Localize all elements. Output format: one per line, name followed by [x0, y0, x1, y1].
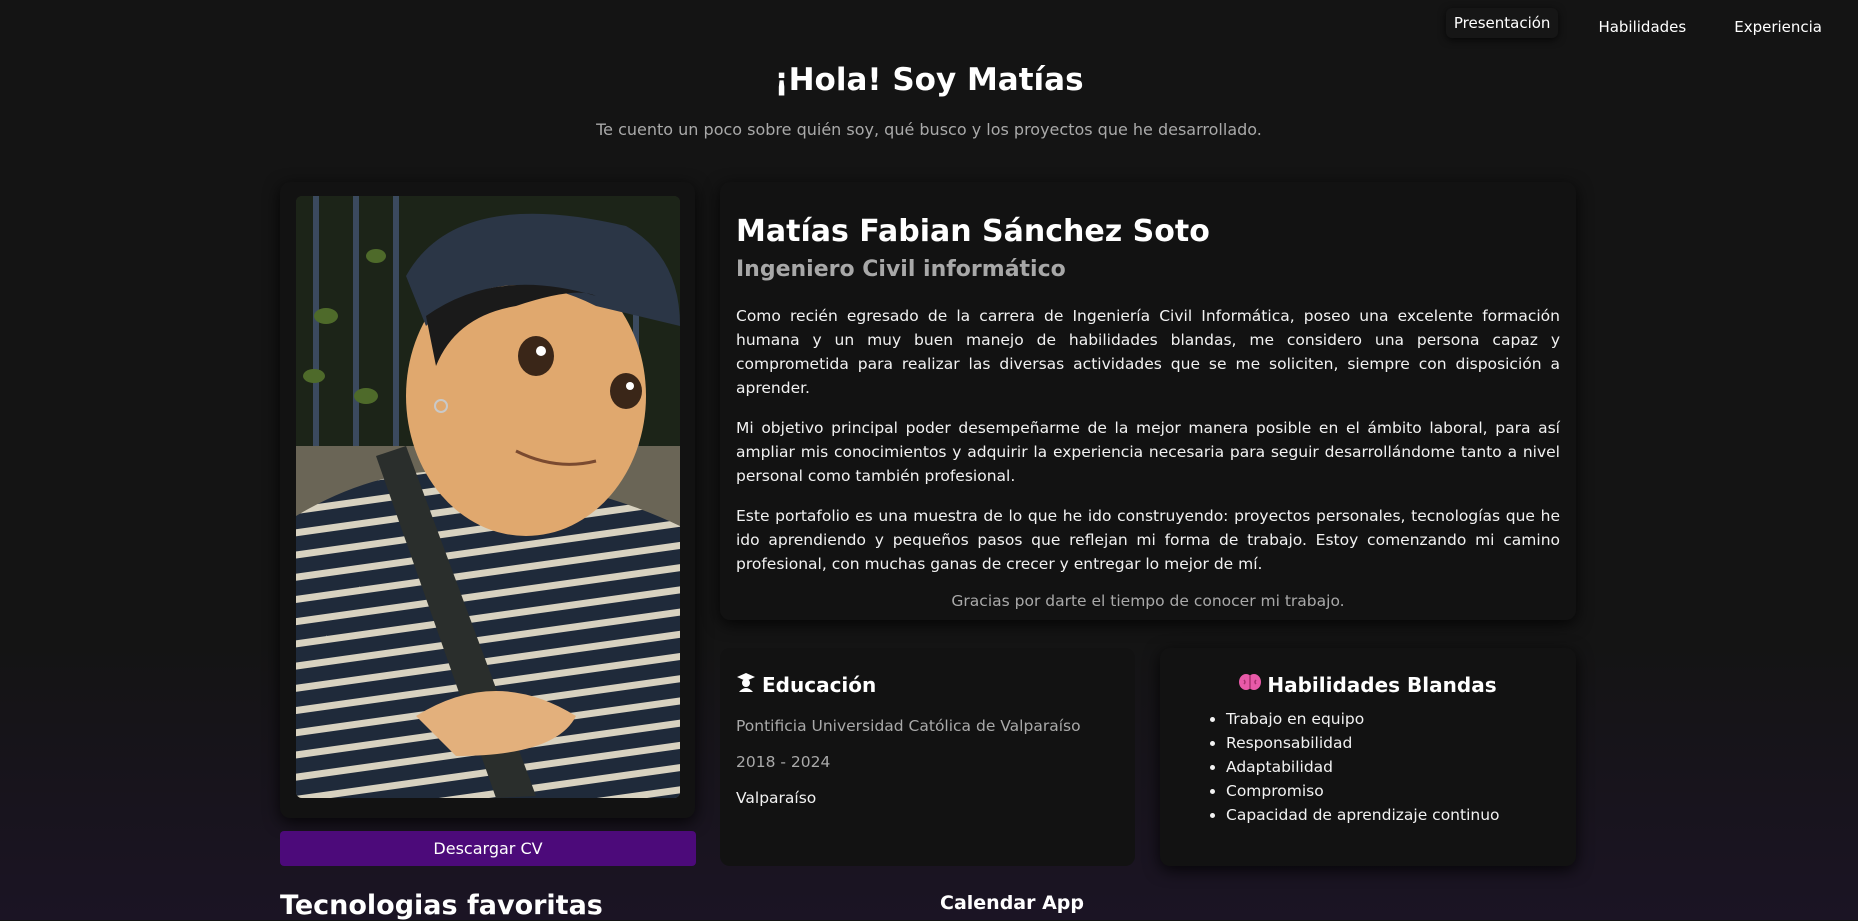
about-name: Matías Fabian Sánchez Soto [736, 214, 1210, 249]
education-university: Pontificia Universidad Católica de Valpa… [736, 717, 1081, 735]
brain-icon [1239, 672, 1262, 697]
tech-section-title: Tecnologias favoritas [280, 890, 603, 921]
top-nav: Presentación Habilidades Experiencia [1445, 8, 1846, 46]
page-title: ¡Hola! Soy Matías [774, 62, 1084, 98]
soft-skills-title: Habilidades Blandas [1176, 672, 1560, 697]
soft-skills-card: Habilidades Blandas Trabajo en equipo Re… [1160, 648, 1576, 866]
nav-presentacion[interactable]: Presentación [1445, 8, 1559, 38]
about-thanks: Gracias por darte el tiempo de conocer m… [951, 592, 1345, 610]
education-years: 2018 - 2024 [736, 753, 831, 771]
page-subtitle: Te cuento un poco sobre quién soy, qué b… [596, 120, 1262, 139]
download-cv-button[interactable]: Descargar CV [280, 831, 696, 866]
education-city: Valparaíso [736, 789, 817, 807]
education-title: Educación [736, 672, 1119, 697]
about-role: Ingeniero Civil informático [736, 257, 1066, 282]
portrait-illustration [296, 196, 680, 798]
photo-card [280, 182, 695, 818]
list-item: Capacidad de aprendizaje continuo [1226, 803, 1560, 827]
graduate-icon [736, 672, 756, 697]
about-paragraph: Mi objetivo principal poder desempeñarme… [736, 419, 1560, 485]
nav-habilidades[interactable]: Habilidades [1574, 8, 1710, 46]
education-card: Educación Pontificia Universidad Católic… [720, 648, 1135, 866]
education-title-text: Educación [762, 672, 877, 697]
list-item: Trabajo en equipo [1226, 707, 1560, 731]
profile-photo [296, 196, 680, 798]
about-paragraph: Este portafolio es una muestra de lo que… [736, 507, 1560, 573]
list-item: Responsabilidad [1226, 731, 1560, 755]
soft-skills-list: Trabajo en equipo Responsabilidad Adapta… [1176, 707, 1560, 827]
about-paragraph: Como recién egresado de la carrera de In… [736, 307, 1560, 397]
soft-skills-title-text: Habilidades Blandas [1267, 672, 1497, 697]
about-card: Matías Fabian Sánchez Soto Ingeniero Civ… [720, 182, 1576, 620]
nav-experiencia[interactable]: Experiencia [1710, 8, 1846, 46]
calendar-app-title: Calendar App [940, 892, 1085, 914]
list-item: Compromiso [1226, 779, 1560, 803]
list-item: Adaptabilidad [1226, 755, 1560, 779]
